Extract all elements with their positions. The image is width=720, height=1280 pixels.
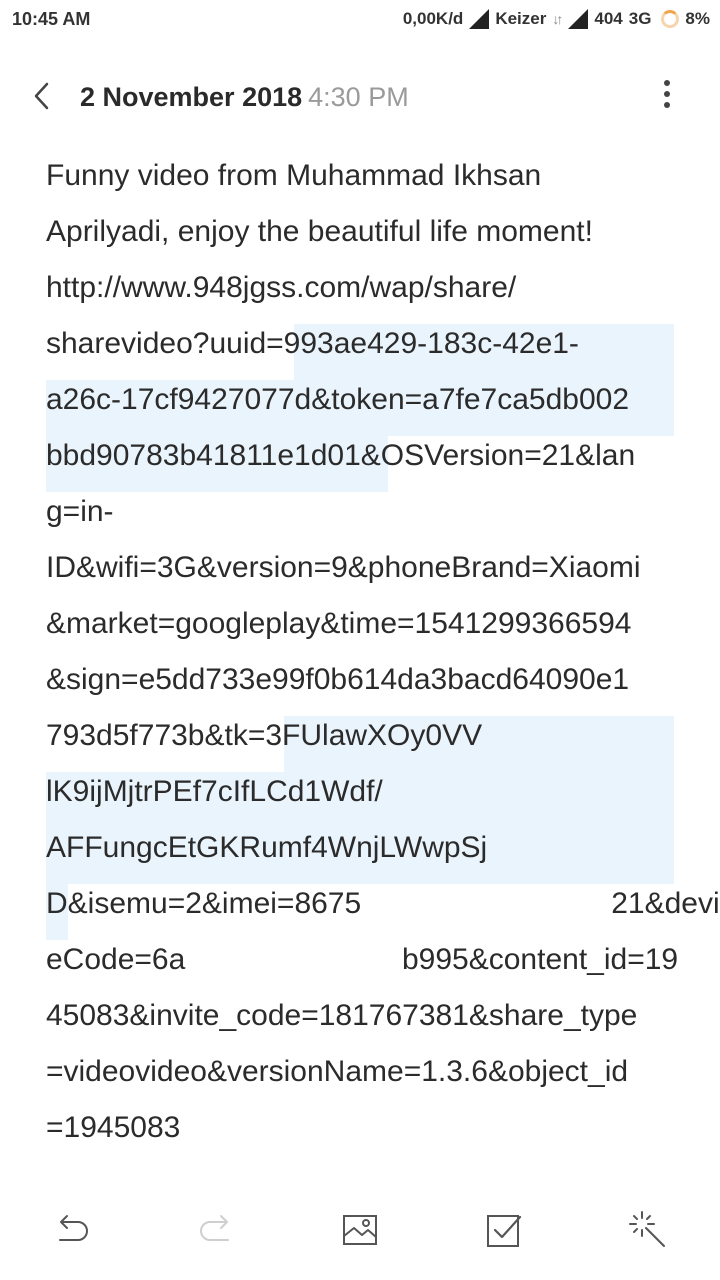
note-time: 4:30 PM [308, 82, 409, 112]
status-time: 10:45 AM [12, 9, 91, 29]
note-header: 2 November 2018 4:30 PM [0, 60, 720, 134]
note-line: sharevideo?uuid=993ae429-183c-42e1- [46, 327, 579, 360]
network-speed: 0,00K/d [402, 9, 464, 28]
back-button[interactable] [28, 78, 56, 114]
chevron-left-icon [34, 82, 49, 110]
more-dot-icon [664, 91, 670, 97]
network-type: 3G [628, 9, 652, 28]
note-line: &sign=e5dd733e99f0b614da3bacd64090e1 [46, 663, 630, 696]
battery-level: 8% [685, 9, 710, 28]
note-line: =videovideo&versionName=1.3.6&object_id [46, 1055, 629, 1088]
checklist-button[interactable] [482, 1208, 526, 1252]
carrier-name: Keizer [495, 9, 547, 28]
note-line: a26c-17cf9427077d&token=a7fe7ca5db002 [46, 383, 630, 416]
magic-wand-button[interactable] [626, 1208, 670, 1252]
insert-image-icon [343, 1215, 377, 1245]
editor-toolbar [0, 1196, 720, 1266]
note-line: 793d5f773b&tk=3FUlawXOy0VV [46, 719, 483, 752]
note-line: http://www.948jgss.com/wap/share/ [46, 271, 517, 304]
note-line: eCode=6a b995&content_id=19 [46, 943, 679, 976]
status-indicators: 0,00K/d Keizer ↓↑ 404 3G 8% [403, 9, 710, 29]
status-bar: 10:45 AM 0,00K/d Keizer ↓↑ 404 3G 8% [0, 0, 720, 40]
more-dot-icon [664, 102, 670, 108]
redo-icon [200, 1215, 229, 1241]
magic-wand-icon [629, 1211, 665, 1247]
note-line: Funny video from Muhammad Ikhsan [46, 159, 542, 192]
note-body[interactable]: Funny video from Muhammad Ikhsan Aprilya… [0, 140, 720, 1180]
note-line: AFFungcEtGKRumf4WnjLWwpSj [46, 831, 488, 864]
network-code: 404 [594, 9, 623, 28]
note-date: 2 November 2018 [80, 82, 303, 112]
note-line: D&isemu=2&imei=8675 21&devic [46, 887, 720, 920]
insert-image-button[interactable] [338, 1208, 382, 1252]
note-line: bbd90783b41811e1d01&OSVersion=21&lan [46, 439, 636, 472]
undo-icon [59, 1215, 88, 1241]
note-line: &market=googleplay&time=1541299366594 [46, 607, 632, 640]
note-line: =1945083 [46, 1111, 181, 1144]
undo-button[interactable] [50, 1208, 94, 1252]
note-line: g=in- [46, 495, 114, 528]
signal-icon-2 [568, 9, 589, 29]
more-options-button[interactable] [660, 80, 674, 114]
note-line: ID&wifi=3G&version=9&phoneBrand=Xiaomi [46, 551, 641, 584]
note-timestamp: 2 November 2018 4:30 PM [80, 82, 409, 113]
data-transfer-icon: ↓↑ [552, 11, 563, 27]
note-line: Aprilyadi, enjoy the beautiful life mome… [46, 215, 593, 248]
checklist-icon [487, 1215, 522, 1247]
battery-icon [661, 10, 680, 28]
more-dot-icon [664, 80, 670, 86]
signal-icon [469, 9, 490, 29]
note-line: 45083&invite_code=181767381&share_type [46, 999, 638, 1032]
redo-button[interactable] [194, 1208, 238, 1252]
note-line: lK9ijMjtrPEf7cIfLCd1Wdf/ [46, 775, 383, 808]
